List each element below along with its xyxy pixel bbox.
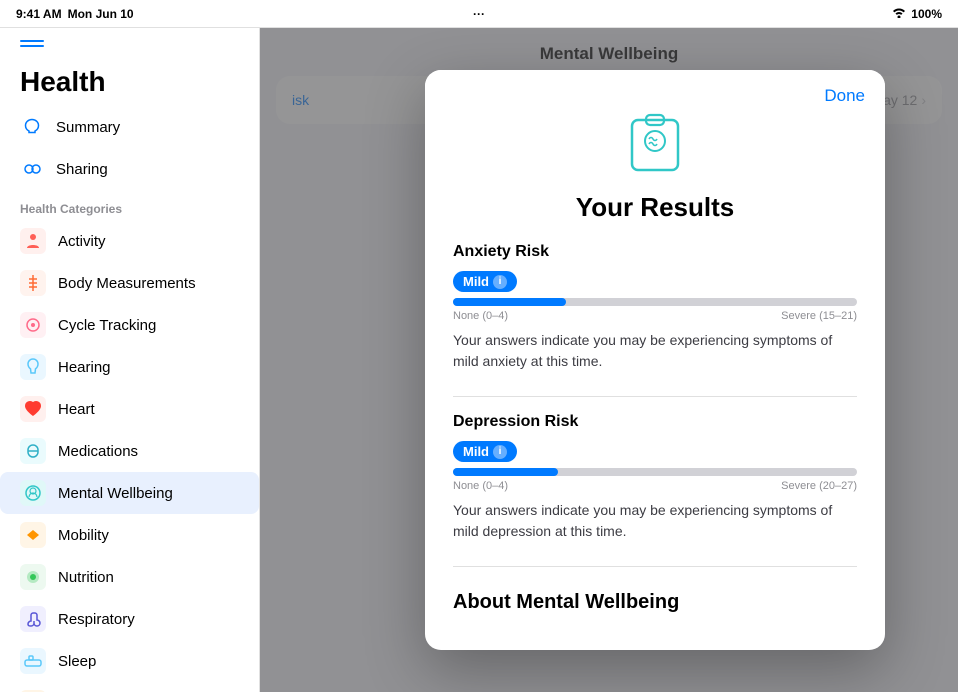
- sidebar-item-heart[interactable]: Heart: [0, 388, 259, 430]
- nutrition-label: Nutrition: [58, 569, 114, 586]
- battery-indicator: 100%: [911, 7, 942, 21]
- heart-icon: [20, 396, 46, 422]
- sidebar-item-activity[interactable]: Activity: [0, 220, 259, 262]
- anxiety-bar-container: [453, 298, 857, 306]
- depression-risk-title: Depression Risk: [453, 413, 857, 431]
- anxiety-label-left: None (0–4): [453, 310, 508, 322]
- status-bar-left: 9:41 AM Mon Jun 10: [16, 7, 134, 21]
- sidebar-item-sleep[interactable]: Sleep: [0, 640, 259, 682]
- sidebar-item-medications[interactable]: Medications: [0, 430, 259, 472]
- sidebar-item-cycle-tracking[interactable]: Cycle Tracking: [0, 304, 259, 346]
- respiratory-label: Respiratory: [58, 611, 135, 628]
- app-title: Health: [0, 66, 259, 106]
- anxiety-mild-badge: Mild i: [453, 271, 517, 292]
- about-title: About Mental Wellbeing: [453, 591, 857, 614]
- body-measurements-label: Body Measurements: [58, 275, 196, 292]
- summary-label: Summary: [56, 119, 120, 136]
- main-content: Mental Wellbeing isk May 12 › Done: [260, 28, 958, 692]
- anxiety-risk-section: Anxiety Risk Mild i None (0–4) Severe (1…: [453, 243, 857, 372]
- sidebar-item-hearing[interactable]: Hearing: [0, 346, 259, 388]
- sidebar-item-respiratory[interactable]: Respiratory: [0, 598, 259, 640]
- about-section: About Mental Wellbeing: [453, 583, 857, 614]
- depression-label-right: Severe (20–27): [781, 480, 857, 492]
- risk-divider: [453, 396, 857, 397]
- sidebar-item-mobility[interactable]: Mobility: [0, 514, 259, 556]
- status-date: Mon Jun 10: [68, 7, 134, 21]
- respiratory-icon: [20, 606, 46, 632]
- sidebar: Health Summary Sharing Health Categories…: [0, 28, 260, 692]
- modal-body: Your Results Anxiety Risk Mild i None (0…: [425, 106, 885, 650]
- mental-wellbeing-result-icon: [620, 106, 690, 176]
- modal-top-bar: Done: [425, 70, 885, 106]
- sidebar-item-summary[interactable]: Summary: [0, 106, 259, 148]
- sleep-icon: [20, 648, 46, 674]
- modal-title: Your Results: [453, 192, 857, 223]
- nutrition-icon: [20, 564, 46, 590]
- hearing-label: Hearing: [58, 359, 111, 376]
- sidebar-toggle-button[interactable]: [20, 40, 44, 58]
- anxiety-bar-labels: None (0–4) Severe (15–21): [453, 310, 857, 322]
- summary-icon: [20, 115, 44, 139]
- depression-bar-container: [453, 468, 857, 476]
- medications-icon: [20, 438, 46, 464]
- results-modal: Done Your: [425, 70, 885, 650]
- sidebar-item-symptoms[interactable]: Symptoms: [0, 682, 259, 692]
- anxiety-bar-fill: [453, 298, 566, 306]
- sidebar-item-mental-wellbeing[interactable]: Mental Wellbeing: [0, 472, 259, 514]
- medications-label: Medications: [58, 443, 138, 460]
- wifi-icon: [891, 6, 907, 21]
- sidebar-item-sharing[interactable]: Sharing: [0, 148, 259, 190]
- body-measurements-icon: [20, 270, 46, 296]
- sidebar-item-body-measurements[interactable]: Body Measurements: [0, 262, 259, 304]
- depression-description: Your answers indicate you may be experie…: [453, 500, 857, 542]
- mental-wellbeing-icon: [20, 480, 46, 506]
- done-button[interactable]: Done: [824, 86, 865, 106]
- anxiety-risk-title: Anxiety Risk: [453, 243, 857, 261]
- sleep-label: Sleep: [58, 653, 96, 670]
- mobility-label: Mobility: [58, 527, 109, 544]
- status-bar: 9:41 AM Mon Jun 10 ··· 100%: [0, 0, 958, 28]
- anxiety-label-right: Severe (15–21): [781, 310, 857, 322]
- depression-info-icon[interactable]: i: [493, 445, 507, 459]
- depression-risk-section: Depression Risk Mild i None (0–4) Severe…: [453, 413, 857, 542]
- sidebar-header: [0, 28, 259, 66]
- anxiety-description: Your answers indicate you may be experie…: [453, 330, 857, 372]
- mental-wellbeing-label: Mental Wellbeing: [58, 485, 173, 502]
- depression-label-left: None (0–4): [453, 480, 508, 492]
- activity-label: Activity: [58, 233, 106, 250]
- sharing-label: Sharing: [56, 161, 108, 178]
- heart-label: Heart: [58, 401, 95, 418]
- sharing-icon: [20, 157, 44, 181]
- depression-bar-labels: None (0–4) Severe (20–27): [453, 480, 857, 492]
- status-bar-right: 100%: [891, 6, 942, 21]
- cycle-tracking-icon: [20, 312, 46, 338]
- app-container: Health Summary Sharing Health Categories…: [0, 28, 958, 692]
- depression-mild-badge: Mild i: [453, 441, 517, 462]
- depression-bar-fill: [453, 468, 558, 476]
- status-time: 9:41 AM: [16, 7, 62, 21]
- sidebar-item-nutrition[interactable]: Nutrition: [0, 556, 259, 598]
- cycle-tracking-label: Cycle Tracking: [58, 317, 156, 334]
- health-categories-label: Health Categories: [0, 190, 259, 220]
- mobility-icon: [20, 522, 46, 548]
- anxiety-info-icon[interactable]: i: [493, 275, 507, 289]
- status-dots: ···: [473, 7, 485, 21]
- hearing-icon: [20, 354, 46, 380]
- modal-icon-container: [620, 106, 690, 176]
- activity-icon: [20, 228, 46, 254]
- about-divider: [453, 566, 857, 567]
